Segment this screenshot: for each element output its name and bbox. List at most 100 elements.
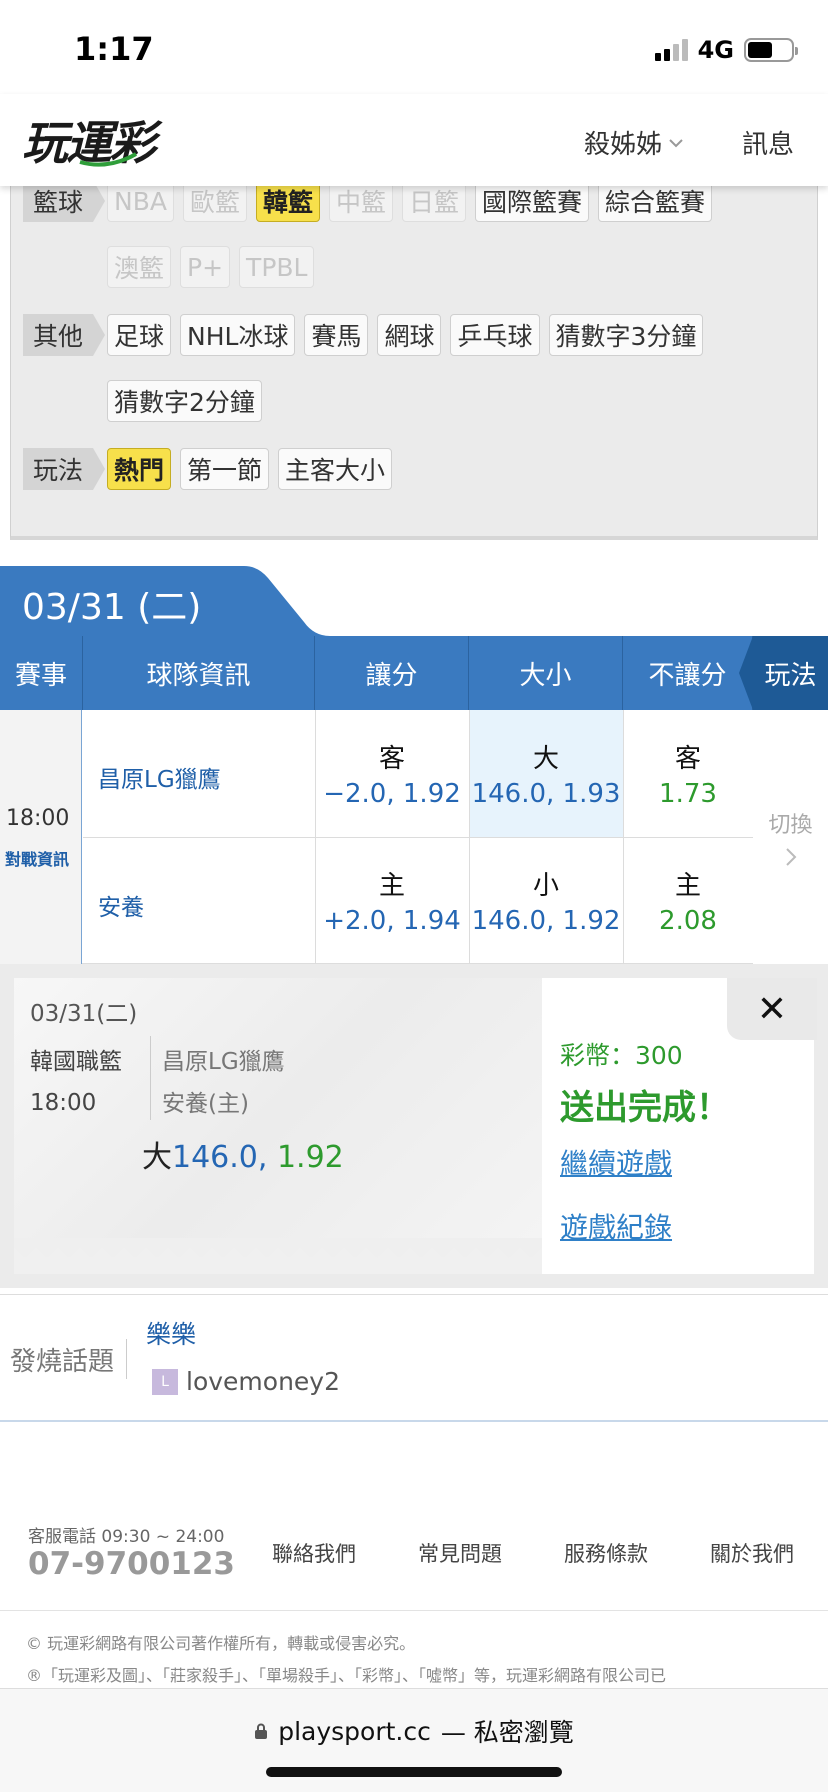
filter-panel: 籃球 NBA 歐籃 韓籃 中籃 日籃 國際籃賽 走 綜合籃賽 澳籃 P+ TPB… xyxy=(10,167,818,540)
filter-label-basketball: 籃球 xyxy=(23,180,105,222)
filter-japan-basketball[interactable]: 日籃 xyxy=(402,180,467,222)
filter-play-home-away-total[interactable]: 主客大小 xyxy=(278,448,393,490)
filter-p-plus[interactable]: P+ xyxy=(180,246,231,288)
logo-swoosh-icon xyxy=(79,152,137,167)
total-under-value: 146.0, 1.92 xyxy=(471,906,621,936)
moneyline-away-value: 1.73 xyxy=(659,779,717,809)
total-over-side: 大 xyxy=(532,744,559,774)
header-spread: 讓分 xyxy=(315,636,469,710)
total-under-cell[interactable]: 小 146.0, 1.92 xyxy=(469,837,623,964)
service-phone-label: 客服電話 09:30 ~ 24:00 xyxy=(28,1527,225,1547)
status-time: 1:17 xyxy=(74,30,154,68)
filter-table-tennis[interactable]: 乒乓球 xyxy=(450,314,540,356)
browser-url-bar[interactable]: playsport.cc — 私密瀏覽 xyxy=(0,1688,828,1792)
filter-nhl[interactable]: NHL冰球 xyxy=(180,314,296,356)
ticket-bet-line: 146.0, xyxy=(172,1140,268,1175)
spread-home-cell[interactable]: 主 +2.0, 1.94 xyxy=(315,837,469,964)
filter-guess-3min[interactable]: 猜數字3分鐘 xyxy=(548,314,704,356)
filter-mixed-basketball-label: 綜合籃賽 xyxy=(605,188,706,217)
close-icon[interactable]: ✕ xyxy=(727,978,817,1040)
trademark-text: ®「玩運彩及圖」、「莊家殺手」、「單場殺手」、「彩幣」、「噓幣」等，玩運彩網路有… xyxy=(26,1666,667,1685)
spread-away-value: −2.0, 1.92 xyxy=(323,779,461,809)
ticket-team-away: 昌原LG獵鷹 xyxy=(162,1049,285,1075)
ticket-divider xyxy=(150,1036,151,1120)
filter-nba[interactable]: NBA xyxy=(107,180,174,222)
ticket-zigzag-edge xyxy=(14,1238,542,1258)
author-name: lovemoney2 xyxy=(186,1367,340,1396)
url-domain: playsport.cc xyxy=(278,1716,431,1746)
hot-topics: 發燒話題 樂樂 L lovemoney2 xyxy=(0,1294,828,1422)
copyright-text: © 玩運彩網路有限公司著作權所有，轉載或侵害必究。 xyxy=(26,1634,416,1653)
hot-topic-title[interactable]: 樂樂 xyxy=(146,1315,196,1351)
messages-link[interactable]: 訊息 xyxy=(742,124,794,161)
header-event: 賽事 xyxy=(0,636,83,710)
total-over-cell[interactable]: 大 146.0, 1.93 xyxy=(469,710,623,837)
footer-links: 聯絡我們 常見問題 服務條款 關於我們 xyxy=(272,1538,828,1568)
header-play-type[interactable]: 玩法 xyxy=(739,636,828,710)
filter-euro-basketball[interactable]: 歐籃 xyxy=(182,180,247,222)
filter-china-basketball[interactable]: 中籃 xyxy=(329,180,394,222)
filter-intl-basketball[interactable]: 國際籃賽 xyxy=(475,180,590,222)
game-time-cell: 18:00 對戰資訊 xyxy=(0,710,82,964)
footer-link-about[interactable]: 關於我們 xyxy=(710,1538,828,1568)
spread-away-side: 客 xyxy=(378,744,405,774)
continue-game-link[interactable]: 繼續遊戲 xyxy=(560,1142,672,1182)
filter-play-first-quarter[interactable]: 第一節 xyxy=(180,448,270,490)
avatar: L xyxy=(152,1368,178,1395)
game-time: 18:00 xyxy=(6,806,70,831)
site-footer: 客服電話 09:30 ~ 24:00 07-9700123 聯絡我們 常見問題 … xyxy=(0,1422,828,1688)
moneyline-away-side: 客 xyxy=(674,744,701,774)
filter-korea-basketball[interactable]: 韓籃 xyxy=(255,180,320,222)
url-display[interactable]: playsport.cc — 私密瀏覽 xyxy=(0,1713,828,1749)
filter-play-hot[interactable]: 熱門 xyxy=(107,448,172,490)
chevron-down-icon xyxy=(669,138,683,147)
ticket-bet-side: 大 xyxy=(142,1140,172,1175)
footer-link-terms[interactable]: 服務條款 xyxy=(564,1538,710,1568)
ticket-date: 03/31(二) xyxy=(30,1001,138,1027)
filter-label-other: 其他 xyxy=(23,314,105,356)
network-type: 4G xyxy=(697,36,734,64)
site-header: 玩運彩 殺姊姊 訊息 xyxy=(0,94,828,186)
date-tab-label: 03/31 (二) xyxy=(22,587,202,628)
filter-horse-racing[interactable]: 賽馬 xyxy=(304,314,369,356)
ticket-team-home: 安養(主) xyxy=(162,1091,249,1117)
filter-tennis[interactable]: 網球 xyxy=(377,314,442,356)
header-team-info: 球隊資訊 xyxy=(83,636,315,710)
team-home[interactable]: 安養 xyxy=(98,888,144,922)
game-history-link[interactable]: 遊戲紀錄 xyxy=(560,1206,672,1246)
home-indicator[interactable] xyxy=(266,1767,562,1777)
bet-ticket: 03/31(二) 韓國職籃 18:00 昌原LG獵鷹 安養(主) 大146.0,… xyxy=(14,978,542,1248)
ticket-bet-odds: 1.92 xyxy=(267,1140,344,1175)
matchup-info-link[interactable]: 對戰資訊 xyxy=(5,846,69,870)
ticket-time: 18:00 xyxy=(30,1090,97,1116)
chevron-right-icon xyxy=(785,848,796,866)
moneyline-home-cell[interactable]: 主 2.08 xyxy=(623,837,753,964)
footer-link-faq[interactable]: 常見問題 xyxy=(418,1538,564,1568)
date-tab: 03/31 (二) xyxy=(0,566,330,636)
filter-row-basketball: 籃球 NBA 歐籃 韓籃 中籃 日籃 國際籃賽 走 綜合籃賽 xyxy=(23,167,721,222)
spread-away-cell[interactable]: 客 −2.0, 1.92 xyxy=(315,710,469,837)
filter-guess-2min[interactable]: 猜數字2分鐘 xyxy=(107,380,262,422)
moneyline-away-cell[interactable]: 客 1.73 xyxy=(623,710,753,837)
filter-tpbl[interactable]: TPBL xyxy=(239,246,315,288)
filter-row-play: 玩法 熱門 第一節 主客大小 xyxy=(23,448,401,490)
filter-soccer[interactable]: 足球 xyxy=(107,314,172,356)
filter-mixed-basketball[interactable]: 走 綜合籃賽 xyxy=(589,167,713,222)
filter-row-other-2: 猜數字2分鐘 xyxy=(107,380,271,422)
status-bar: 1:17 4G xyxy=(0,0,828,94)
status-indicators: 4G xyxy=(654,36,798,64)
filter-aus-basketball[interactable]: 澳籃 xyxy=(107,246,172,288)
team-away[interactable]: 昌原LG獵鷹 xyxy=(98,760,221,794)
switch-play-button[interactable]: 切換 xyxy=(753,710,828,964)
user-menu[interactable]: 殺姊姊 xyxy=(584,124,684,161)
moneyline-home-value: 2.08 xyxy=(659,906,717,936)
footer-link-contact[interactable]: 聯絡我們 xyxy=(272,1538,418,1568)
odds-table-body: 18:00 對戰資訊 昌原LG獵鷹 安養 客 −2.0, 1.92 主 +2.0… xyxy=(0,710,828,964)
site-logo[interactable]: 玩運彩 xyxy=(22,112,156,170)
bet-confirmation-card: 03/31(二) 韓國職籃 18:00 昌原LG獵鷹 安養(主) 大146.0,… xyxy=(14,978,814,1274)
service-phone[interactable]: 07-9700123 xyxy=(28,1546,235,1582)
coin-amount: 彩幣：300 xyxy=(560,1041,683,1070)
hot-topic-author[interactable]: L lovemoney2 xyxy=(152,1367,340,1396)
hot-topics-divider xyxy=(126,1339,127,1379)
total-over-value: 146.0, 1.93 xyxy=(471,779,621,809)
